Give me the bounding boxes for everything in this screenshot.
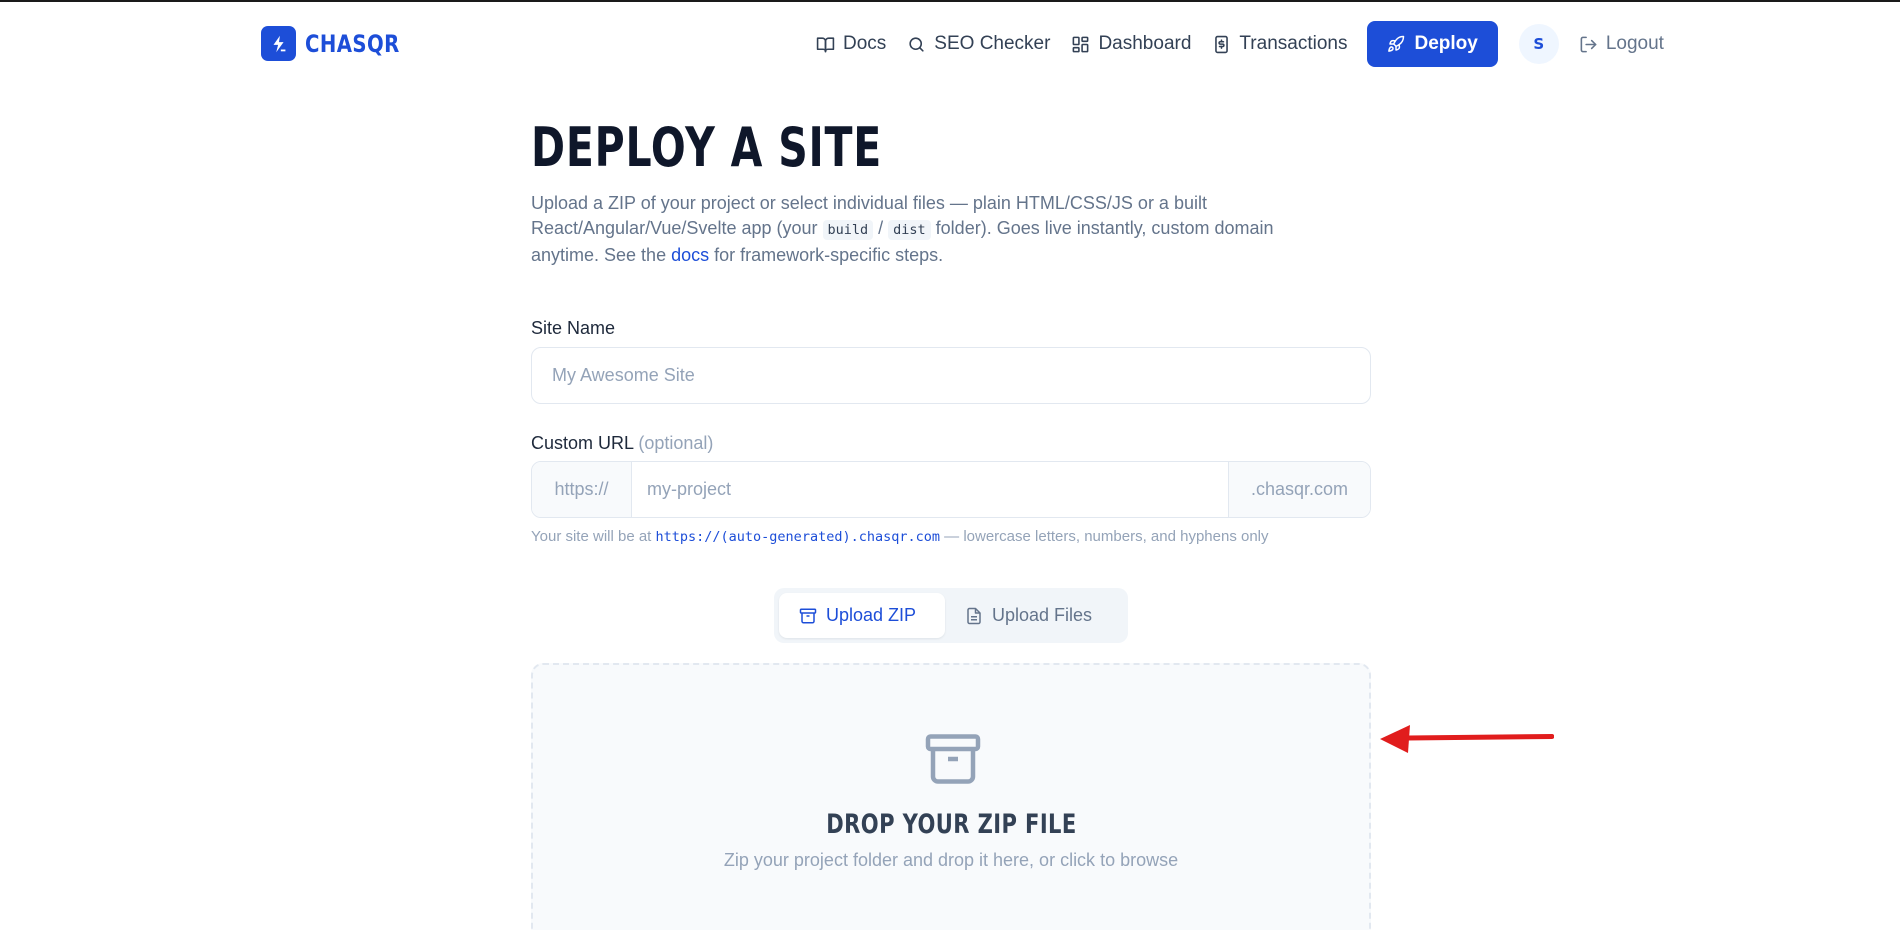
nav-link-label: Dashboard [1098,33,1192,54]
brand-name: CHASQR [305,29,400,58]
logout-label: Logout [1605,33,1664,54]
custom-url-field: https:// my-project .chasqr.com [531,461,1371,518]
deploy-button-label: Deploy [1414,33,1478,54]
brand-logo-link[interactable]: CHASQR [261,26,420,61]
dropzone-subtitle: Zip your project folder and drop it here… [723,850,1179,870]
lightning-icon [261,26,296,61]
nav-link-docs[interactable]: Docs [816,33,886,55]
book-icon [816,36,835,52]
nav-link-label: Transactions [1239,33,1348,54]
dropzone-title: DROP YOUR ZIP FILE [533,809,1369,840]
custom-url-label: Custom URL (optional) [531,433,713,454]
receipt-icon [1215,35,1229,53]
site-name-label: Site Name [531,318,616,338]
tab-upload-files[interactable]: Upload Files [945,593,1112,638]
hint-url: https://(auto-generated).chasqr.com [655,529,940,545]
tab-label: Upload Files [992,605,1093,625]
nav-link-dashboard[interactable]: Dashboard [1071,33,1191,55]
page-title: DEPLOY A SITE [531,116,883,179]
page-intro: Upload a ZIP of your project or select i… [531,191,1321,268]
docs-link[interactable]: docs [671,245,709,265]
deploy-form-section: DEPLOY A SITE Upload a ZIP of your proje… [531,112,1371,930]
archive-icon [799,608,817,623]
intro-separator: / [873,218,889,238]
url-hint: Your site will be at https://(auto-gener… [531,528,1269,545]
url-prefix: https:// [532,462,632,517]
grid-icon [1073,36,1089,52]
nav-link-label: SEO Checker [934,33,1051,54]
annotation-arrow-icon [1380,725,1554,753]
search-icon [909,36,924,52]
tab-upload-zip[interactable]: Upload ZIP [779,593,945,638]
deploy-button[interactable]: Deploy [1367,21,1498,67]
logout-icon [1580,36,1597,52]
logout-link[interactable]: Logout [1579,33,1664,55]
zip-dropzone[interactable]: DROP YOUR ZIP FILE Zip your project fold… [531,663,1371,930]
nav-link-label: Docs [843,33,887,54]
nav-link-seo-checker[interactable]: SEO Checker [907,33,1050,55]
dropzone-title-text: DROP YOUR ZIP FILE [825,809,1077,840]
tab-label: Upload ZIP [826,605,917,625]
user-avatar[interactable]: S [1518,24,1559,64]
optional-tag: (optional) [638,433,714,453]
nav-links: Docs SEO Checker Dashboard Transactions [816,21,1664,67]
rocket-icon [1388,35,1405,52]
site-name-input[interactable]: My Awesome Site [531,347,1371,404]
archive-icon [925,734,981,784]
url-suffix: .chasqr.com [1228,462,1370,517]
hint-text: Your site will be at [531,528,656,545]
intro-text: for framework-specific steps. [709,245,944,265]
upload-mode-tabs: Upload ZIP Upload Files [774,588,1128,643]
inline-code-build: build [822,220,874,240]
custom-url-input[interactable]: my-project [632,462,1228,517]
file-icon [967,607,981,624]
inline-code-dist: dist [888,220,931,240]
hint-text: — lowercase letters, numbers, and hyphen… [940,528,1269,545]
nav-link-transactions[interactable]: Transactions [1212,33,1347,55]
top-navbar: CHASQR Docs SEO Checker Dashboard Transa… [0,2,1900,88]
custom-url-label-text: Custom URL [531,433,634,453]
